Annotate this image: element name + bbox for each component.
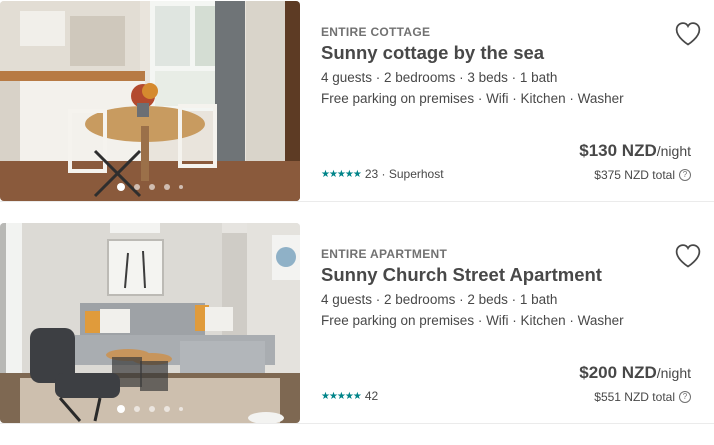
price-amount: $200 NZD [579, 363, 657, 382]
total-price[interactable]: $551 NZD total ? [594, 390, 691, 404]
carousel-dot[interactable] [179, 407, 183, 411]
price-unit: /night [656, 365, 691, 381]
carousel-dot[interactable] [134, 406, 140, 412]
listing-card[interactable]: ENTIRE APARTMENT Sunny Church Street Apa… [0, 222, 714, 424]
help-icon[interactable]: ? [679, 391, 691, 403]
carousel-dot[interactable] [179, 185, 183, 189]
price: $200 NZD/night [579, 363, 691, 383]
save-heart-icon[interactable] [674, 242, 702, 270]
price-amount: $130 NZD [579, 141, 657, 160]
listing-details: 4 guests · 2 bedrooms · 3 beds · 1 bath [321, 70, 558, 85]
carousel-dot[interactable] [117, 405, 125, 413]
divider [0, 201, 714, 202]
rating-text: 42 [364, 389, 379, 403]
price-unit: /night [656, 143, 691, 159]
carousel-dot[interactable] [164, 184, 170, 190]
listing-title[interactable]: Sunny cottage by the sea [321, 42, 544, 64]
help-icon[interactable]: ? [679, 169, 691, 181]
rating: ★★★★★ 23 · Superhost [321, 167, 444, 181]
listing-title[interactable]: Sunny Church Street Apartment [321, 264, 602, 286]
rating: ★★★★★ 42 [321, 389, 378, 403]
rating-text: 23 · Superhost [364, 167, 444, 181]
listing-amenities: Free parking on premises · Wifi · Kitche… [321, 91, 624, 106]
carousel-dot[interactable] [134, 184, 140, 190]
listing-kind: ENTIRE APARTMENT [321, 247, 448, 261]
listing-photo[interactable] [0, 223, 300, 423]
price: $130 NZD/night [579, 141, 691, 161]
carousel-dot[interactable] [117, 183, 125, 191]
total-amount: $375 NZD total [594, 168, 675, 182]
listing-amenities: Free parking on premises · Wifi · Kitche… [321, 313, 624, 328]
carousel-dots [0, 183, 300, 191]
listing-info: ENTIRE APARTMENT Sunny Church Street Apa… [321, 222, 701, 424]
listing-details: 4 guests · 2 bedrooms · 2 beds · 1 bath [321, 292, 558, 307]
listing-kind: ENTIRE COTTAGE [321, 25, 431, 39]
star-rating-icon: ★★★★★ [321, 168, 362, 180]
carousel-dots [0, 405, 300, 413]
listing-card[interactable]: ENTIRE COTTAGE Sunny cottage by the sea … [0, 0, 714, 202]
carousel-dot[interactable] [149, 406, 155, 412]
apartment-photo [0, 223, 300, 423]
carousel-dot[interactable] [164, 406, 170, 412]
total-amount: $551 NZD total [594, 390, 675, 404]
carousel-dot[interactable] [149, 184, 155, 190]
cottage-photo [0, 1, 300, 201]
total-price[interactable]: $375 NZD total ? [594, 168, 691, 182]
listing-info: ENTIRE COTTAGE Sunny cottage by the sea … [321, 0, 701, 202]
divider [0, 423, 714, 424]
save-heart-icon[interactable] [674, 20, 702, 48]
star-rating-icon: ★★★★★ [321, 390, 362, 402]
listing-photo[interactable] [0, 1, 300, 201]
